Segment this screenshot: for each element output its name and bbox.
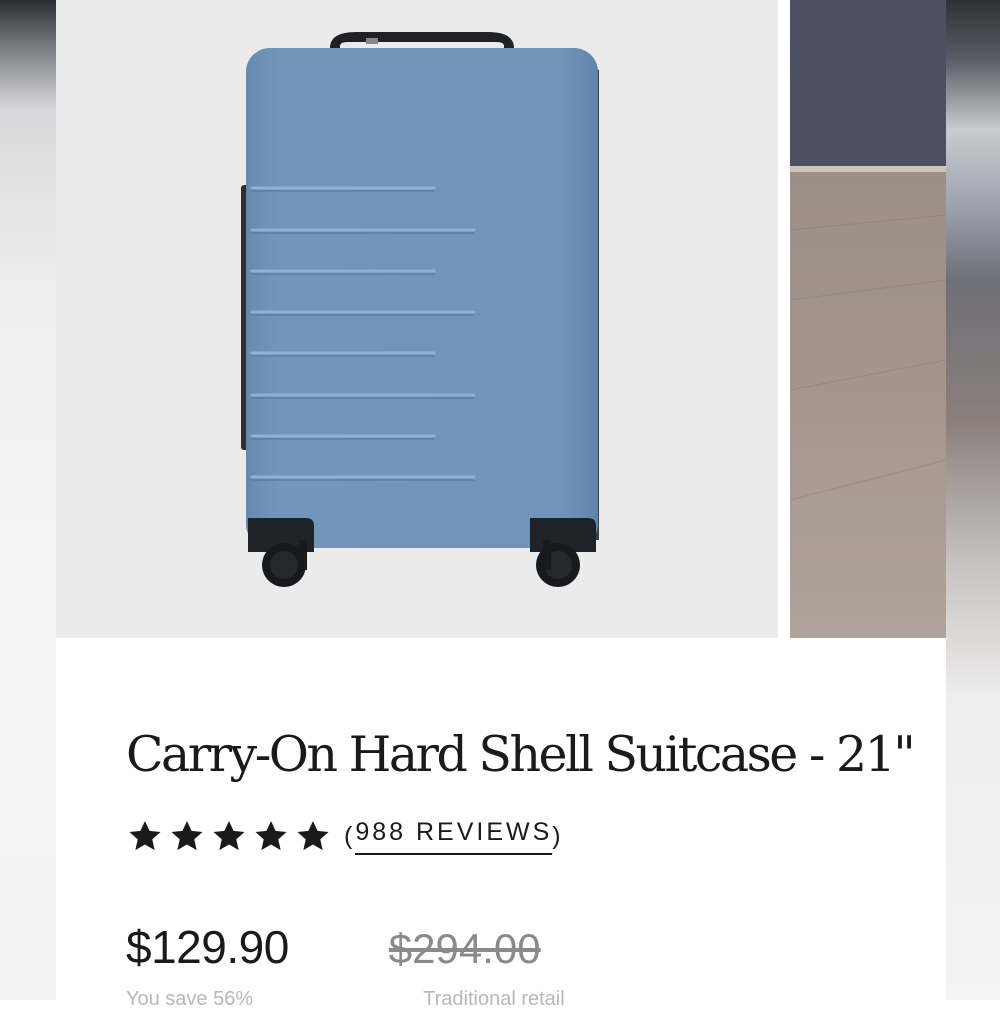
blurred-left-edge: [0, 0, 56, 1000]
star-icon: [129, 820, 161, 851]
reviews-link[interactable]: ( 988 REVIEWS ): [344, 818, 564, 855]
product-secondary-image[interactable]: [790, 0, 946, 638]
reviews-open-paren: (: [344, 821, 356, 850]
rating-row: ( 988 REVIEWS ): [126, 816, 564, 856]
star-icon: [213, 820, 245, 851]
star-icon: [297, 820, 329, 851]
reviews-close-paren: ): [552, 821, 564, 850]
current-price: $129.90: [126, 921, 289, 973]
reviews-count[interactable]: 988 REVIEWS: [355, 818, 553, 855]
original-price: $294.00: [388, 925, 541, 972]
blurred-right-edge: [946, 0, 1000, 1000]
star-icon: [171, 820, 203, 851]
star-rating: [126, 817, 332, 855]
product-main-image[interactable]: [56, 0, 778, 638]
suitcase-lifestyle-image: [790, 214, 946, 501]
product-info: Carry-On Hard Shell Suitcase - 21" ( 988…: [56, 638, 946, 1010]
product-title: Carry-On Hard Shell Suitcase - 21": [126, 726, 916, 783]
star-icon: [255, 820, 287, 851]
suitcase-image: [241, 32, 599, 587]
product-image-gallery[interactable]: [56, 0, 946, 638]
price-row: $129.90 $294.00: [126, 920, 541, 974]
